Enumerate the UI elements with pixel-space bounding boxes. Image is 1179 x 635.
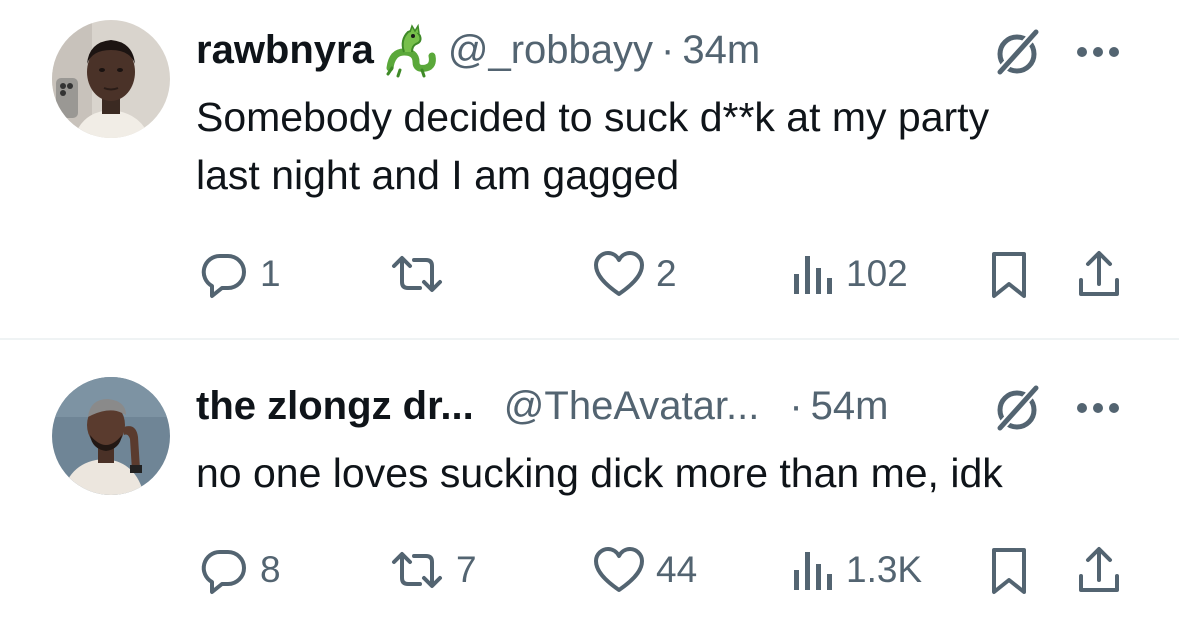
user-handle[interactable]: @TheAvatar... [504, 384, 760, 429]
tweet-header: rawbnyra @_robbayy · 34m [196, 20, 760, 80]
avatar[interactable] [52, 20, 170, 138]
tweet-text-line: no one loves sucking dick more than me, … [196, 450, 1003, 496]
reply-button[interactable]: 8 [198, 544, 281, 596]
like-icon [592, 544, 646, 596]
share-icon [1076, 248, 1122, 300]
retweet-button[interactable]: 7 [388, 544, 477, 596]
views-icon [790, 248, 836, 300]
more-icon[interactable] [1074, 398, 1122, 418]
display-name[interactable]: the zlongz dr... [196, 384, 474, 429]
reply-count: 1 [260, 253, 281, 294]
like-count: 44 [656, 549, 698, 590]
action-bar: 1 2 102 [0, 248, 1179, 300]
bookmark-icon [988, 248, 1030, 300]
views-count: 1.3K [846, 549, 923, 590]
avatar[interactable] [52, 377, 170, 495]
grok-icon[interactable] [990, 380, 1046, 436]
user-handle[interactable]: @_robbayy [448, 28, 653, 73]
like-button[interactable]: 2 [592, 248, 677, 300]
like-icon [592, 248, 646, 300]
separator: · [661, 27, 675, 72]
share-button[interactable] [1076, 544, 1122, 596]
views-icon [790, 544, 836, 596]
reply-icon [198, 248, 250, 300]
timestamp[interactable]: 34m [682, 28, 760, 73]
more-icon[interactable] [1074, 42, 1122, 62]
bookmark-button[interactable] [988, 544, 1030, 596]
dragon-emoji-icon [382, 22, 438, 78]
grok-icon[interactable] [990, 24, 1046, 80]
tweet-text: Somebody decided to suck d**k at my part… [196, 88, 1156, 204]
tweet-text-line: last night and I am gagged [196, 152, 680, 198]
share-icon [1076, 544, 1122, 596]
retweet-count: 7 [456, 549, 477, 590]
like-count: 2 [656, 253, 677, 294]
action-bar: 8 7 44 1.3K [0, 544, 1179, 596]
retweet-icon [388, 248, 446, 300]
share-button[interactable] [1076, 248, 1122, 300]
tweet-2[interactable]: the zlongz dr... @TheAvatar... · 54m no … [0, 340, 1179, 635]
bookmark-button[interactable] [988, 248, 1030, 300]
tweet-text: no one loves sucking dick more than me, … [196, 444, 1156, 502]
views-button[interactable]: 1.3K [790, 544, 922, 596]
reply-count: 8 [260, 549, 281, 590]
separator: · [789, 383, 803, 428]
retweet-icon [388, 544, 446, 596]
views-button[interactable]: 102 [790, 248, 908, 300]
reply-icon [198, 544, 250, 596]
display-name[interactable]: rawbnyra [196, 28, 374, 73]
retweet-button[interactable] [388, 248, 456, 300]
tweet-1[interactable]: rawbnyra @_robbayy · 34m Somebody decide… [0, 0, 1179, 338]
like-button[interactable]: 44 [592, 544, 697, 596]
tweet-header: the zlongz dr... @TheAvatar... · 54m [196, 376, 888, 436]
timestamp[interactable]: 54m [811, 384, 889, 429]
reply-button[interactable]: 1 [198, 248, 281, 300]
tweet-text-line: Somebody decided to suck d**k at my part… [196, 94, 990, 140]
views-count: 102 [846, 253, 908, 294]
bookmark-icon [988, 544, 1030, 596]
